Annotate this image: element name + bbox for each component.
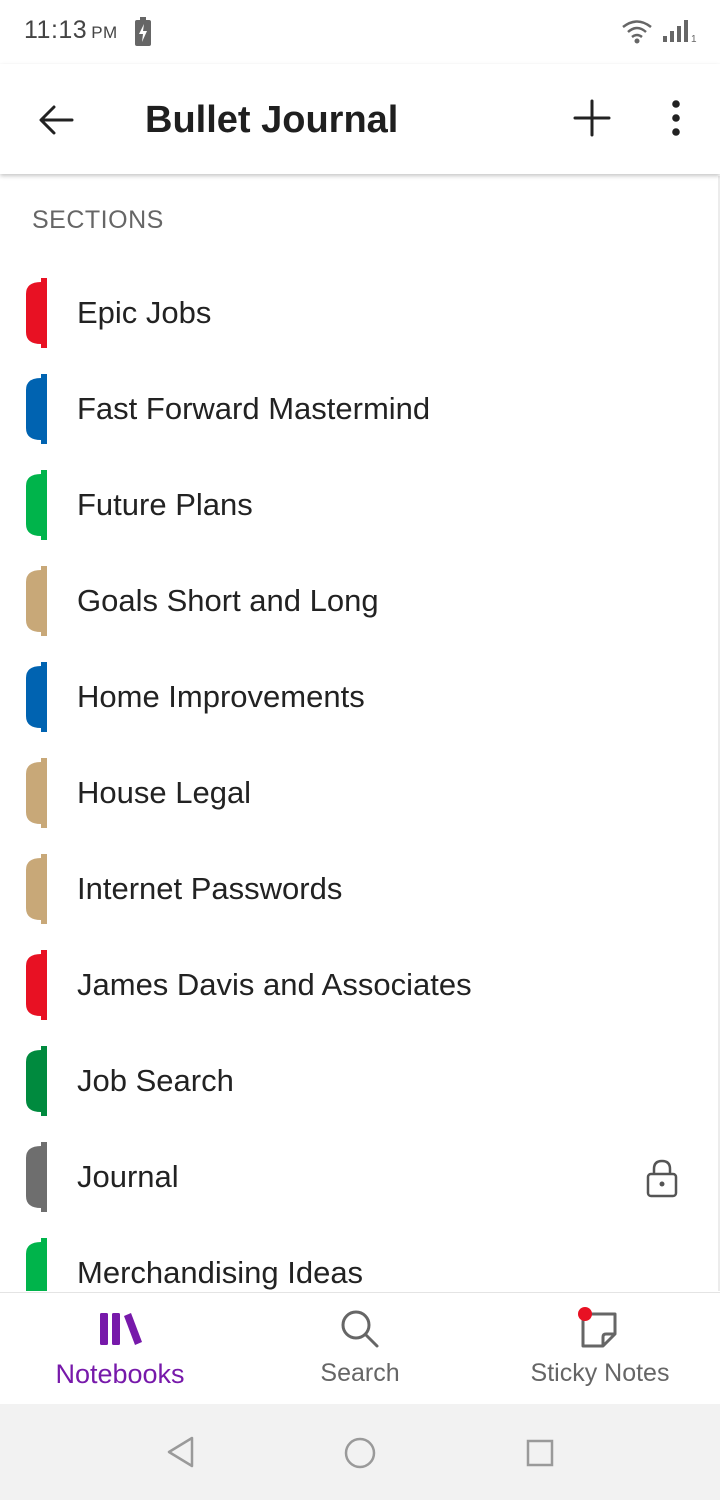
sections-heading: SECTIONS (32, 206, 164, 234)
section-label: Internet Passwords (77, 871, 343, 906)
more-vertical-icon (672, 100, 680, 136)
system-navigation-bar (0, 1404, 720, 1500)
section-label: House Legal (77, 775, 252, 810)
back-button[interactable] (30, 94, 82, 146)
section-label: Fast Forward Mastermind (77, 391, 431, 426)
plus-icon (573, 99, 611, 137)
section-label: Job Search (77, 1063, 234, 1098)
nav-sticky-notes-label: Sticky Notes (530, 1359, 670, 1387)
bottom-navigation: Notebooks Search Sticky Notes (0, 1292, 720, 1405)
status-bar: 11:13 PM 1 (0, 0, 720, 64)
status-time: 11:13 PM (24, 16, 118, 45)
section-item[interactable]: Journal (0, 1129, 718, 1225)
section-color-tab-icon (26, 950, 47, 1020)
arrow-left-icon (39, 105, 74, 135)
section-label: Merchandising Ideas (77, 1255, 364, 1290)
section-item[interactable]: Home Improvements (0, 649, 718, 745)
system-recents-icon[interactable] (524, 1437, 556, 1469)
section-item[interactable]: Goals Short and Long (0, 553, 718, 649)
system-home-icon[interactable] (342, 1435, 378, 1471)
system-back-icon[interactable] (164, 1434, 198, 1470)
section-label: Journal (77, 1159, 179, 1194)
section-label: Epic Jobs (77, 295, 212, 330)
nav-notebooks-label: Notebooks (55, 1359, 185, 1389)
section-color-tab-icon (26, 1046, 47, 1116)
add-section-button[interactable] (566, 92, 618, 144)
more-options-button[interactable] (652, 92, 700, 144)
section-item[interactable]: House Legal (0, 745, 718, 841)
nav-search-label: Search (320, 1359, 400, 1387)
status-time-value: 11:13 (24, 16, 88, 44)
section-label: Goals Short and Long (77, 583, 379, 618)
status-time-ampm: PM (91, 23, 118, 42)
sticky-note-icon (578, 1307, 617, 1348)
section-item[interactable]: Merchandising Ideas (0, 1225, 718, 1291)
section-item[interactable]: Epic Jobs (0, 265, 718, 361)
lock-icon (646, 1159, 678, 1198)
cellular-signal-icon: 1 (663, 20, 697, 44)
app-bar: Bullet Journal (0, 64, 720, 174)
notebooks-icon (100, 1313, 142, 1345)
nav-search[interactable]: Search (240, 1293, 480, 1405)
nav-notebooks[interactable]: Notebooks (0, 1293, 240, 1405)
nav-sticky-notes[interactable]: Sticky Notes (480, 1293, 720, 1405)
section-color-tab-icon (26, 470, 47, 540)
section-item[interactable]: James Davis and Associates (0, 937, 718, 1033)
section-color-tab-icon (26, 374, 47, 444)
sections-pane[interactable]: SECTIONS Epic Jobs Fast Forward Mastermin… (0, 176, 720, 1291)
section-color-tab-icon (26, 1142, 47, 1212)
section-item[interactable]: Internet Passwords (0, 841, 718, 937)
section-list: Epic Jobs Fast Forward Mastermind Future P… (0, 265, 718, 1291)
wifi-icon (622, 20, 652, 44)
section-item[interactable]: Fast Forward Mastermind (0, 361, 718, 457)
battery-charging-icon (135, 17, 151, 46)
svg-text:1: 1 (691, 34, 697, 44)
section-color-tab-icon (26, 1238, 47, 1291)
section-color-tab-icon (26, 854, 47, 924)
section-item[interactable]: Job Search (0, 1033, 718, 1129)
section-item[interactable]: Future Plans (0, 457, 718, 553)
section-label: Future Plans (77, 487, 253, 522)
section-color-tab-icon (26, 662, 47, 732)
section-label: Home Improvements (77, 679, 365, 714)
page-title: Bullet Journal (145, 99, 399, 141)
section-color-tab-icon (26, 758, 47, 828)
section-label: James Davis and Associates (77, 967, 472, 1002)
section-color-tab-icon (26, 566, 47, 636)
section-color-tab-icon (26, 278, 47, 348)
search-icon (341, 1310, 379, 1348)
